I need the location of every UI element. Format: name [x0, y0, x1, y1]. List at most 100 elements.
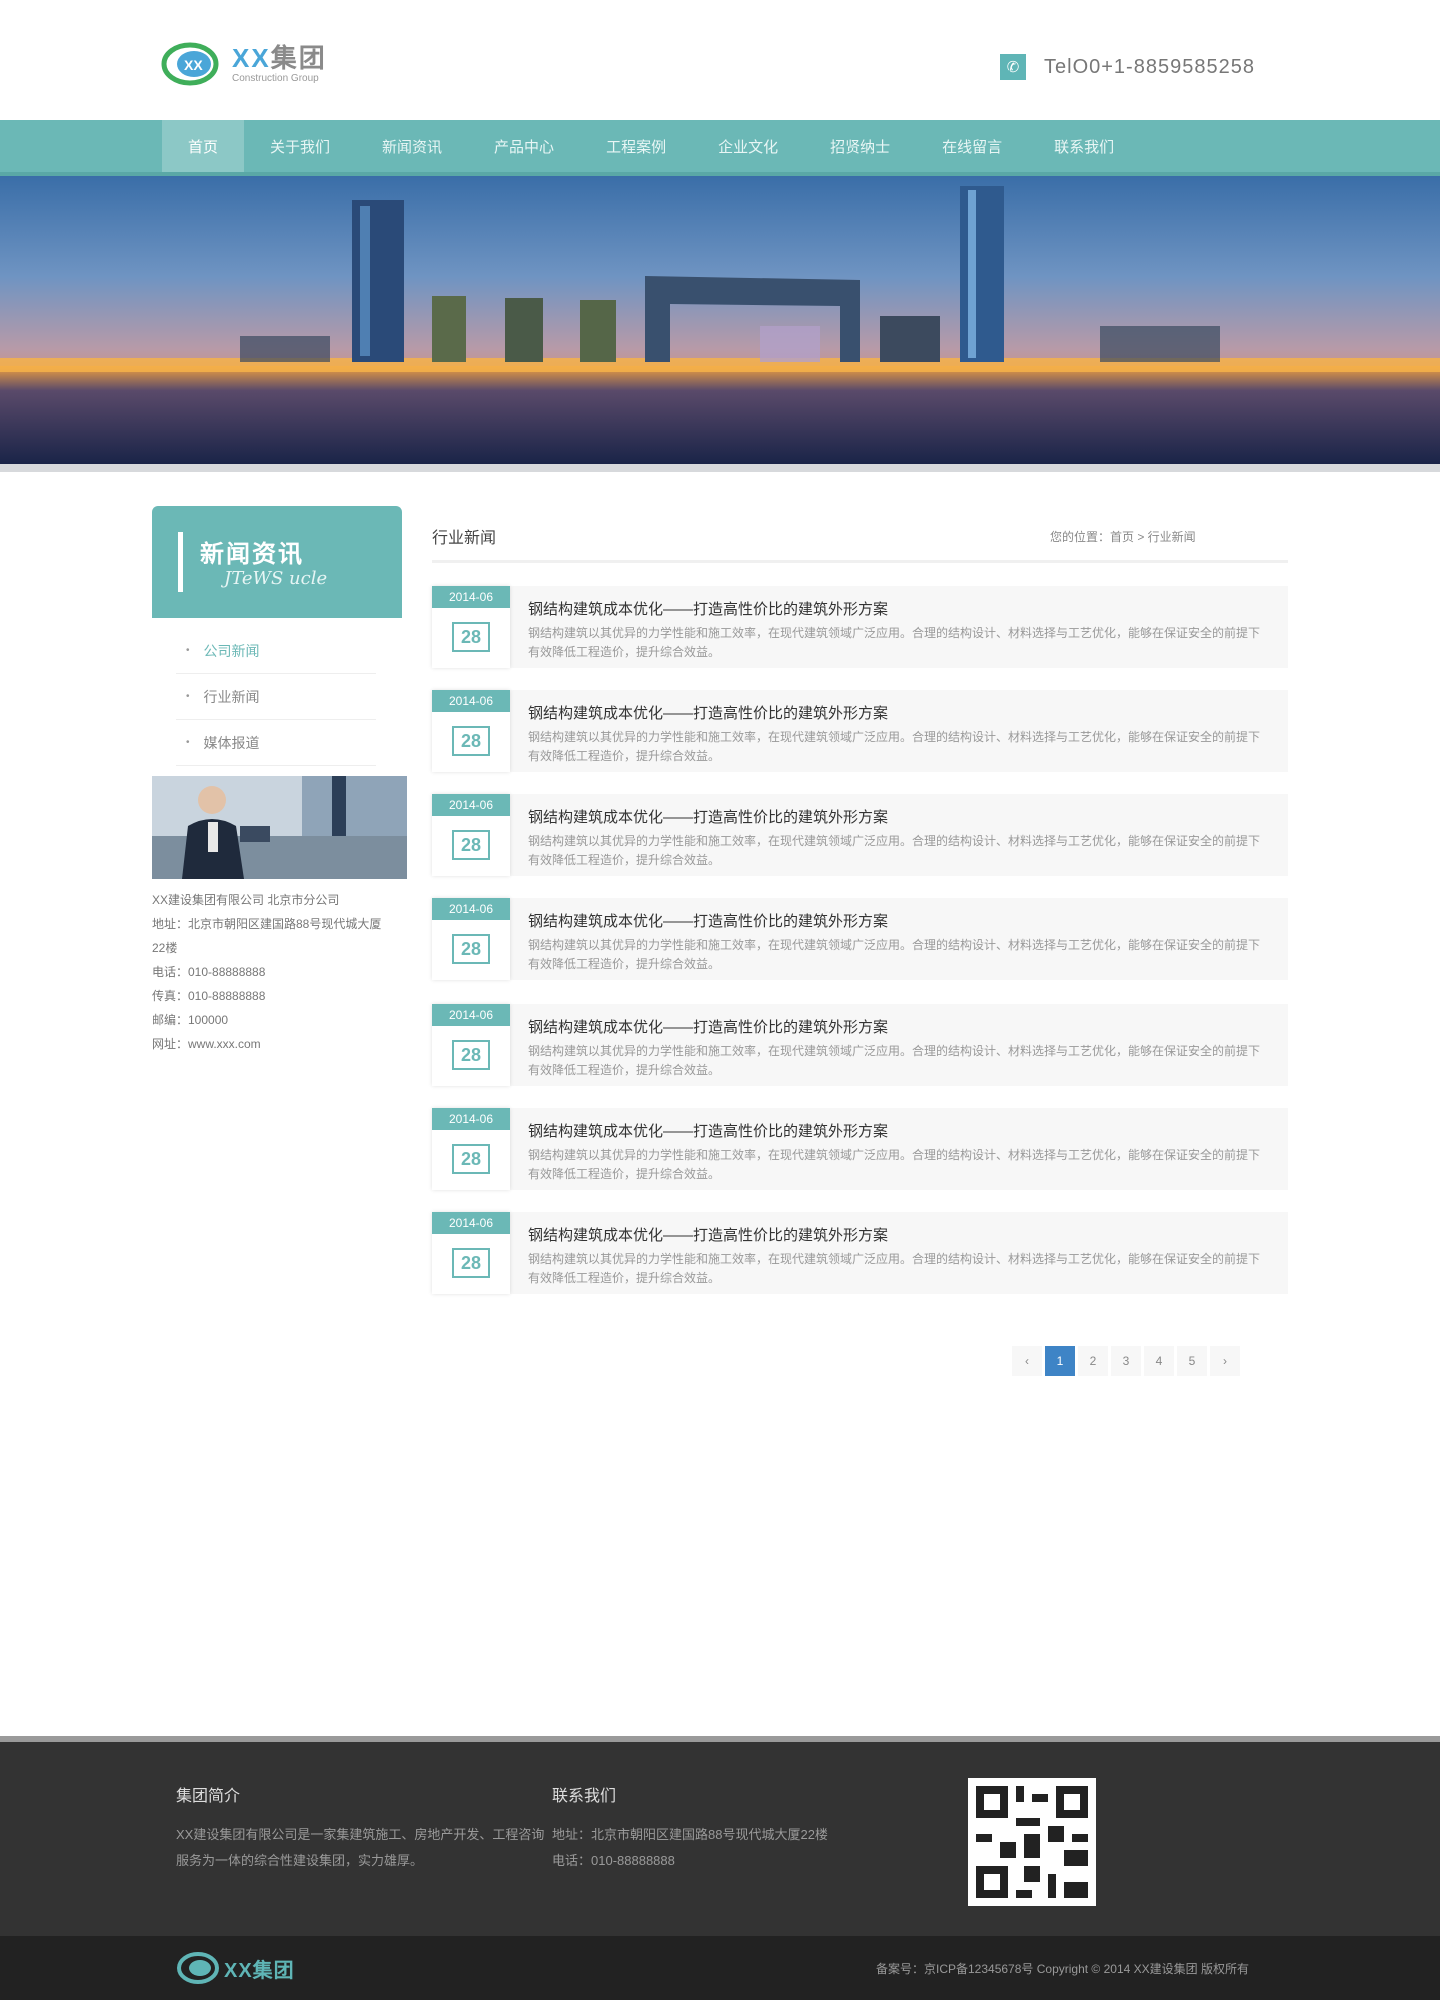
pagination: ‹ 1 2 3 4 5 › [1012, 1346, 1243, 1376]
bullet-dot-icon: • [186, 691, 190, 702]
footer-contact-title: 联系我们 [552, 1788, 617, 1805]
news-date: 2014-06 28 [432, 794, 510, 876]
news-item[interactable]: 2014-06 28 钢结构建筑成本优化——打造高性价比的建筑外形方案 钢结构建筑… [432, 1212, 1288, 1294]
news-item[interactable]: 2014-06 28 钢结构建筑成本优化——打造高性价比的建筑外形方案 钢结构建筑… [432, 1108, 1288, 1190]
sidebar-item-label: 行业新闻 [203, 688, 260, 705]
news-title[interactable]: 钢结构建筑成本优化——打造高性价比的建筑外形方案 [528, 806, 888, 827]
news-title[interactable]: 钢结构建筑成本优化——打造高性价比的建筑外形方案 [528, 598, 888, 619]
prev-page-button[interactable]: ‹ [1012, 1346, 1042, 1376]
contact-fax: 传真：010-88888888 [152, 989, 266, 1003]
news-title[interactable]: 钢结构建筑成本优化——打造高性价比的建筑外形方案 [528, 1120, 888, 1141]
main-nav: 首页 关于我们 新闻资讯 产品中心 工程案例 企业文化 招贤纳士 在线留言 联系… [0, 120, 1440, 176]
nav-item-products[interactable]: 产品中心 [468, 120, 580, 172]
footer-contact-line: 地址：北京市朝阳区建国路88号现代城大厦22楼 [552, 1827, 828, 1842]
site-footer: 集团简介 XX建设集团有限公司是一家集建筑施工、房地产开发、工程咨询 服务为一体… [0, 1742, 1440, 1936]
title-divider [432, 560, 1288, 563]
sidebar-header: 新闻资讯 JTeWS ucle [152, 506, 402, 618]
city-skyline-image [0, 176, 1440, 464]
nav-item-culture[interactable]: 企业文化 [692, 120, 804, 172]
news-date: 2014-06 28 [432, 586, 510, 668]
contact-phone: 电话：010-88888888 [152, 965, 266, 979]
news-date-day: 28 [452, 622, 490, 652]
news-summary: 钢结构建筑以其优异的力学性能和施工效率，在现代建筑领域广泛应用。合理的结构设计、… [528, 834, 1261, 867]
news-item[interactable]: 2014-06 28 钢结构建筑成本优化——打造高性价比的建筑外形方案 钢结构建筑… [432, 794, 1288, 876]
page-button[interactable]: 2 [1078, 1346, 1108, 1376]
news-date-month: 2014-06 [432, 898, 510, 920]
news-summary: 钢结构建筑以其优异的力学性能和施工效率，在现代建筑领域广泛应用。合理的结构设计、… [528, 626, 1261, 659]
news-date: 2014-06 28 [432, 690, 510, 772]
sidebar-item-label: 媒体报道 [203, 734, 260, 751]
page-button[interactable]: 1 [1045, 1346, 1075, 1376]
news-date-day: 28 [452, 830, 490, 860]
logo-text: XX集团 Construction Group [232, 43, 327, 85]
next-page-button[interactable]: › [1210, 1346, 1240, 1376]
contact-company: XX建设集团有限公司 北京市分公司 [152, 893, 340, 907]
page-button[interactable]: 4 [1144, 1346, 1174, 1376]
sidebar-menu: • 公司新闻 • 行业新闻 • 媒体报道 [176, 628, 376, 766]
page-button[interactable]: 3 [1111, 1346, 1141, 1376]
sidebar-item-label: 公司新闻 [203, 642, 260, 659]
sidebar-contact: XX建设集团有限公司 北京市分公司 地址：北京市朝阳区建国路88号现代城大厦 2… [152, 888, 407, 1056]
news-date-month: 2014-06 [432, 1004, 510, 1026]
news-item[interactable]: 2014-06 28 钢结构建筑成本优化——打造高性价比的建筑外形方案 钢结构建筑… [432, 690, 1288, 772]
footer-logo[interactable]: XX集团 [176, 1950, 295, 1986]
nav-item-news[interactable]: 新闻资讯 [356, 120, 468, 172]
news-title[interactable]: 钢结构建筑成本优化——打造高性价比的建筑外形方案 [528, 1016, 888, 1037]
news-title[interactable]: 钢结构建筑成本优化——打造高性价比的建筑外形方案 [528, 910, 888, 931]
logo-mark-icon: XX [161, 42, 219, 86]
news-date: 2014-06 28 [432, 1004, 510, 1086]
site-logo[interactable]: XX XX集团 Construction Group [160, 36, 375, 92]
news-date: 2014-06 28 [432, 1212, 510, 1294]
hero-banner [0, 176, 1440, 464]
news-title[interactable]: 钢结构建筑成本优化——打造高性价比的建筑外形方案 [528, 1224, 888, 1245]
news-date: 2014-06 28 [432, 1108, 510, 1190]
nav-item-cases[interactable]: 工程案例 [580, 120, 692, 172]
nav-item-message[interactable]: 在线留言 [916, 120, 1028, 172]
footer-contact-line: 电话：010-88888888 [552, 1853, 675, 1868]
news-date-month: 2014-06 [432, 1212, 510, 1234]
news-date-day: 28 [452, 1040, 490, 1070]
bullet-dot-icon: • [186, 737, 190, 748]
phone-icon: ✆ [1000, 54, 1026, 80]
logo-name-b: 集团 [270, 43, 327, 73]
news-date-day: 28 [452, 1248, 490, 1278]
breadcrumb[interactable]: 您的位置：首页 > 行业新闻 [1050, 528, 1196, 545]
news-item[interactable]: 2014-06 28 钢结构建筑成本优化——打造高性价比的建筑外形方案 钢结构建筑… [432, 586, 1288, 668]
banner-divider [0, 464, 1440, 472]
page-button[interactable]: 5 [1177, 1346, 1207, 1376]
logo-mark-icon [177, 1952, 219, 1984]
header-phone: ✆ TelO0+1-8859585258 [1000, 54, 1255, 80]
news-date-month: 2014-06 [432, 690, 510, 712]
contact-website[interactable]: 网址：www.xxx.com [152, 1032, 407, 1056]
news-date: 2014-06 28 [432, 898, 510, 980]
nav-item-contact[interactable]: 联系我们 [1028, 120, 1140, 172]
news-title[interactable]: 钢结构建筑成本优化——打造高性价比的建筑外形方案 [528, 702, 888, 723]
qr-code-icon [968, 1778, 1096, 1906]
news-summary: 钢结构建筑以其优异的力学性能和施工效率，在现代建筑领域广泛应用。合理的结构设计、… [528, 1148, 1261, 1181]
sidebar-subtitle: JTeWS ucle [224, 568, 328, 589]
sidebar-item-company-news[interactable]: • 公司新闻 [176, 628, 376, 674]
footer-contact-text: 地址：北京市朝阳区建国路88号现代城大厦22楼 电话：010-88888888 [552, 1822, 828, 1874]
logo-name-a: XX [232, 43, 271, 73]
news-date-day: 28 [452, 934, 490, 964]
news-item[interactable]: 2014-06 28 钢结构建筑成本优化——打造高性价比的建筑外形方案 钢结构建筑… [432, 898, 1288, 980]
news-item[interactable]: 2014-06 28 钢结构建筑成本优化——打造高性价比的建筑外形方案 钢结构建筑… [432, 1004, 1288, 1086]
news-date-day: 28 [452, 726, 490, 756]
news-date-month: 2014-06 [432, 794, 510, 816]
bullet-dot-icon: • [186, 645, 190, 656]
page-title: 行业新闻 [432, 530, 497, 547]
contact-address: 地址：北京市朝阳区建国路88号现代城大厦 [152, 917, 382, 931]
contact-address-cont: 22楼 [152, 941, 178, 955]
nav-item-about[interactable]: 关于我们 [244, 120, 356, 172]
news-summary: 钢结构建筑以其优异的力学性能和施工效率，在现代建筑领域广泛应用。合理的结构设计、… [528, 938, 1261, 971]
footer-about-line: 服务为一体的综合性建设集团，实力雄厚。 [176, 1853, 424, 1868]
news-summary: 钢结构建筑以其优异的力学性能和施工效率，在现代建筑领域广泛应用。合理的结构设计、… [528, 1252, 1261, 1285]
nav-item-jobs[interactable]: 招贤纳士 [804, 120, 916, 172]
nav-item-home[interactable]: 首页 [162, 120, 245, 172]
copyright-text: 备案号：京ICP备12345678号 Copyright © 2014 XX建设… [876, 1962, 1249, 1976]
contact-zip: 邮编：100000 [152, 1013, 229, 1027]
sidebar-item-industry-news[interactable]: • 行业新闻 [176, 674, 376, 720]
sidebar-photo [152, 776, 407, 879]
sidebar-item-media[interactable]: • 媒体报道 [176, 720, 376, 766]
footer-about-text: XX建设集团有限公司是一家集建筑施工、房地产开发、工程咨询 服务为一体的综合性建… [176, 1822, 544, 1874]
